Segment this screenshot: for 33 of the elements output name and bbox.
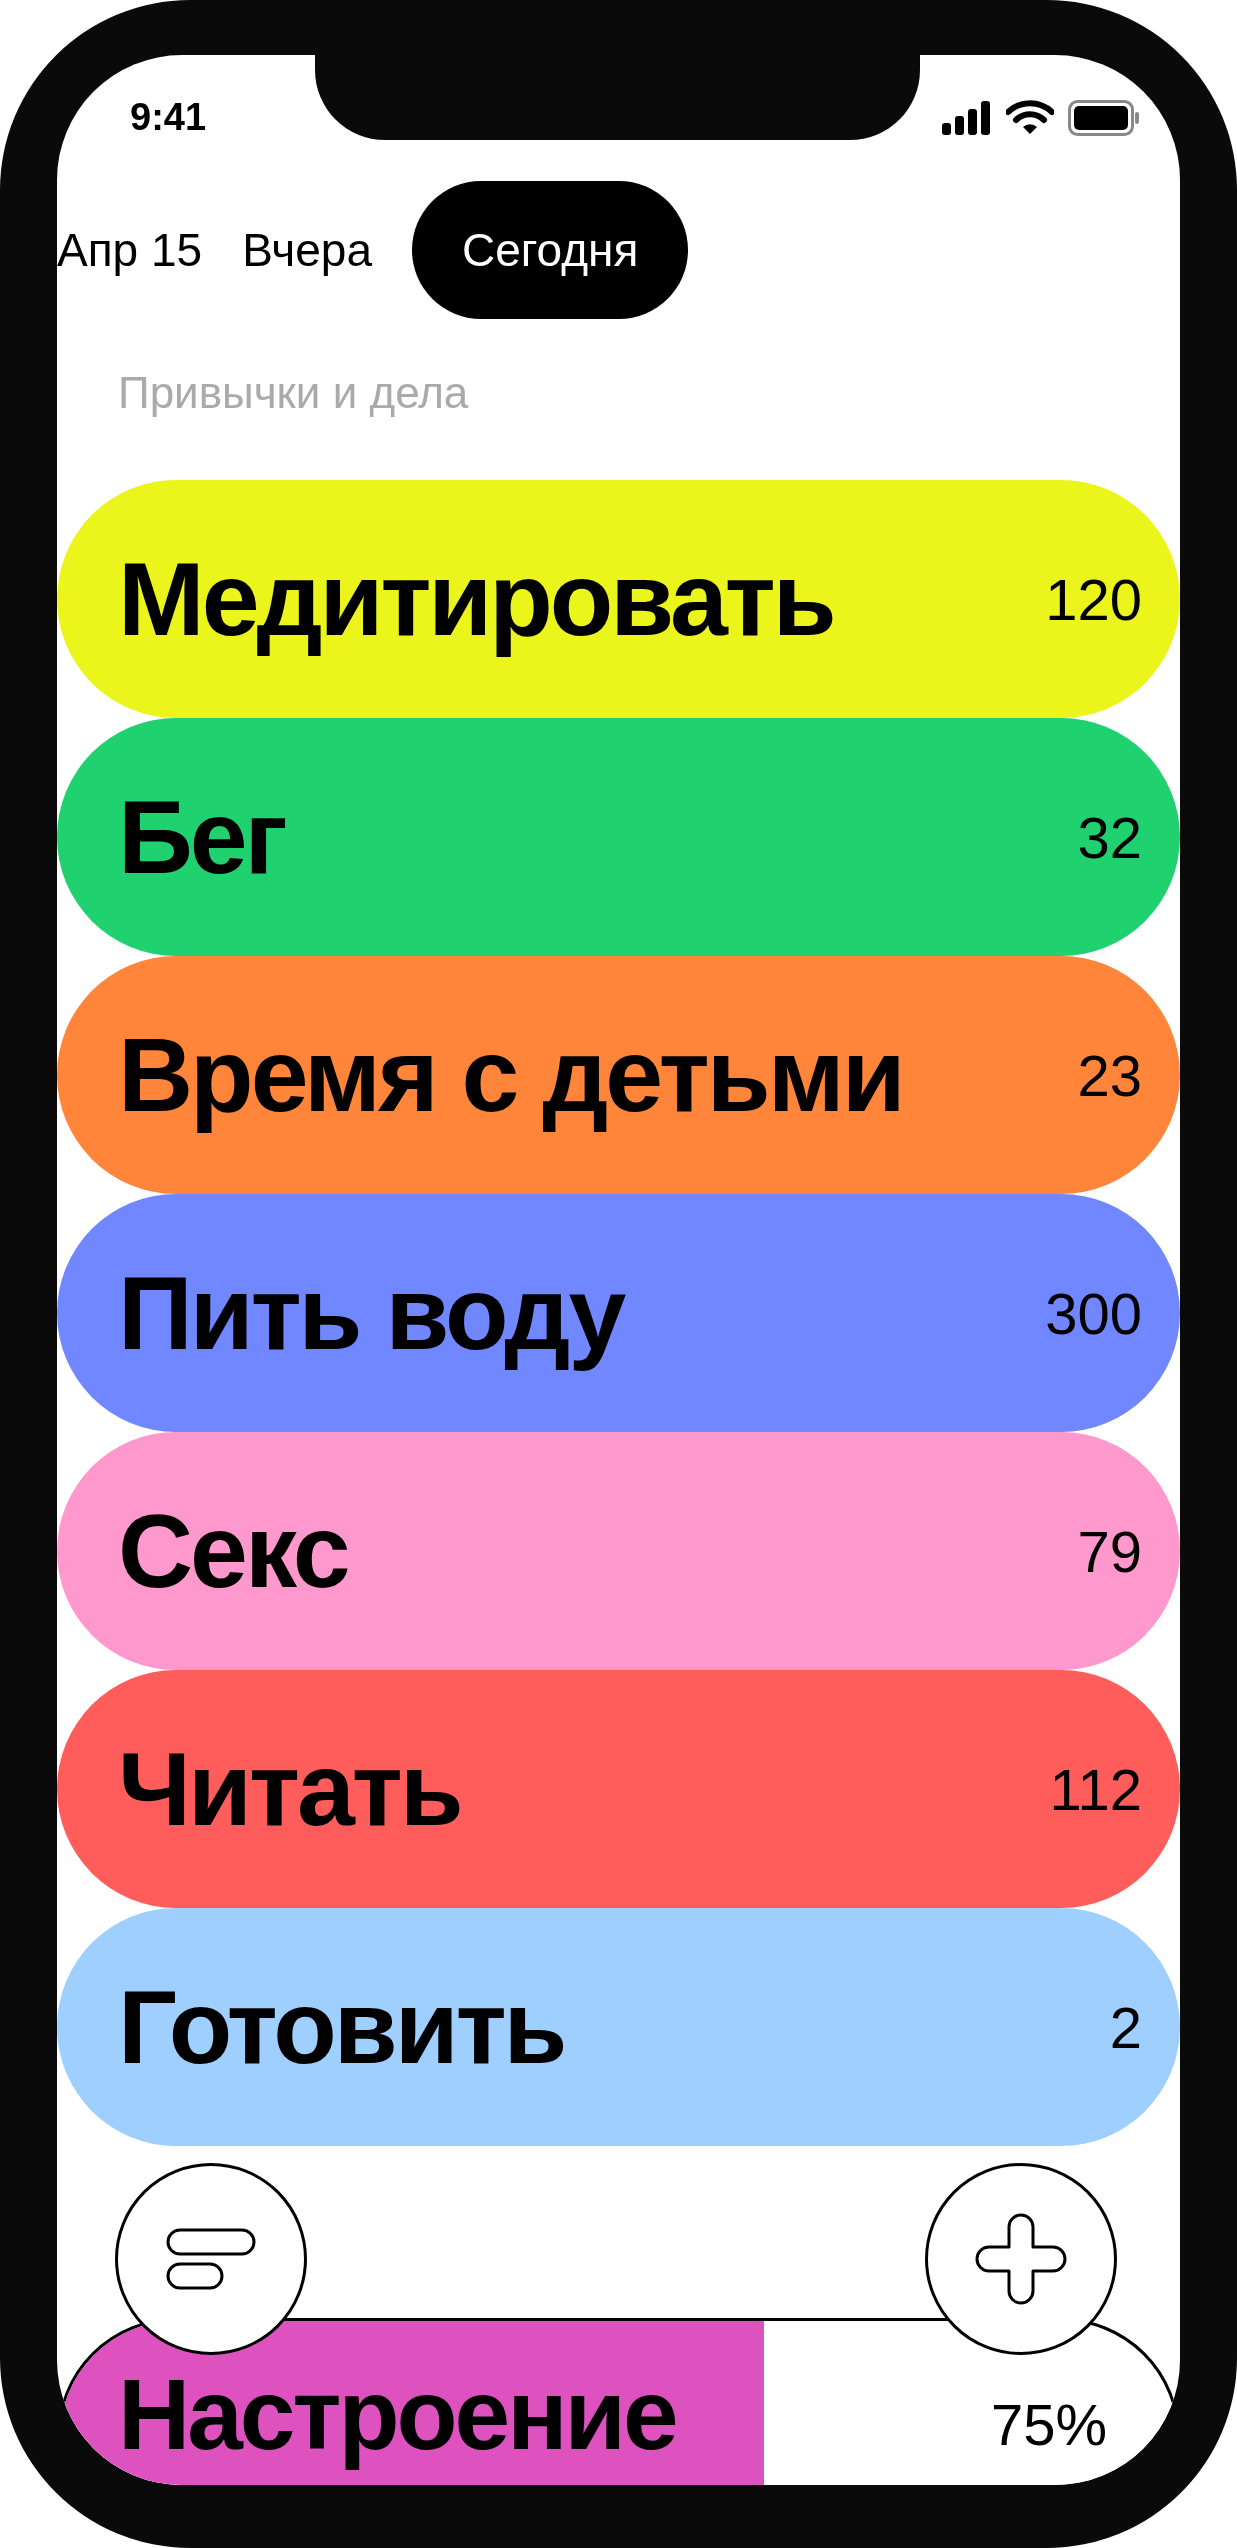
- battery-icon: [1068, 99, 1140, 136]
- habit-count: 112: [1049, 1755, 1142, 1823]
- habit-row[interactable]: Медитировать 120: [57, 480, 1180, 718]
- signal-icon: [942, 100, 992, 135]
- habit-name: Секс: [118, 1491, 348, 1611]
- habit-row[interactable]: Готовить 2: [57, 1908, 1180, 2146]
- habit-count: 23: [1077, 1041, 1142, 1109]
- status-time: 9:41: [130, 96, 207, 139]
- habit-name: Медитировать: [118, 539, 834, 659]
- habit-name: Бег: [118, 777, 285, 897]
- filter-icon: [166, 2228, 256, 2290]
- mood-value: 75%: [990, 2391, 1107, 2458]
- habit-row[interactable]: Время с детьми 23: [57, 956, 1180, 1194]
- habit-row[interactable]: Читать 112: [57, 1670, 1180, 1908]
- habit-name: Пить воду: [118, 1253, 624, 1373]
- mood-name: Настроение: [118, 2357, 676, 2472]
- habit-count: 32: [1077, 803, 1142, 871]
- date-tab[interactable]: Вчера: [242, 181, 372, 319]
- habit-count: 79: [1077, 1517, 1142, 1585]
- date-tab[interactable]: Апр 15: [57, 181, 203, 319]
- habit-name: Готовить: [118, 1967, 565, 2087]
- habit-row[interactable]: Секс 79: [57, 1432, 1180, 1670]
- habit-name: Читать: [118, 1729, 461, 1849]
- habit-row[interactable]: Бег 32: [57, 718, 1180, 956]
- wifi-icon: [1006, 99, 1054, 136]
- habit-count: 120: [1045, 565, 1142, 633]
- plus-icon: [975, 2213, 1067, 2305]
- section-title: Привычки и дела: [118, 368, 470, 419]
- habit-name: Время с детьми: [118, 1015, 903, 1135]
- habit-row[interactable]: Пить воду 300: [57, 1194, 1180, 1432]
- date-tab[interactable]: Сегодня: [412, 181, 689, 319]
- habit-count: 2: [1109, 1993, 1142, 2061]
- habit-count: 300: [1045, 1279, 1142, 1347]
